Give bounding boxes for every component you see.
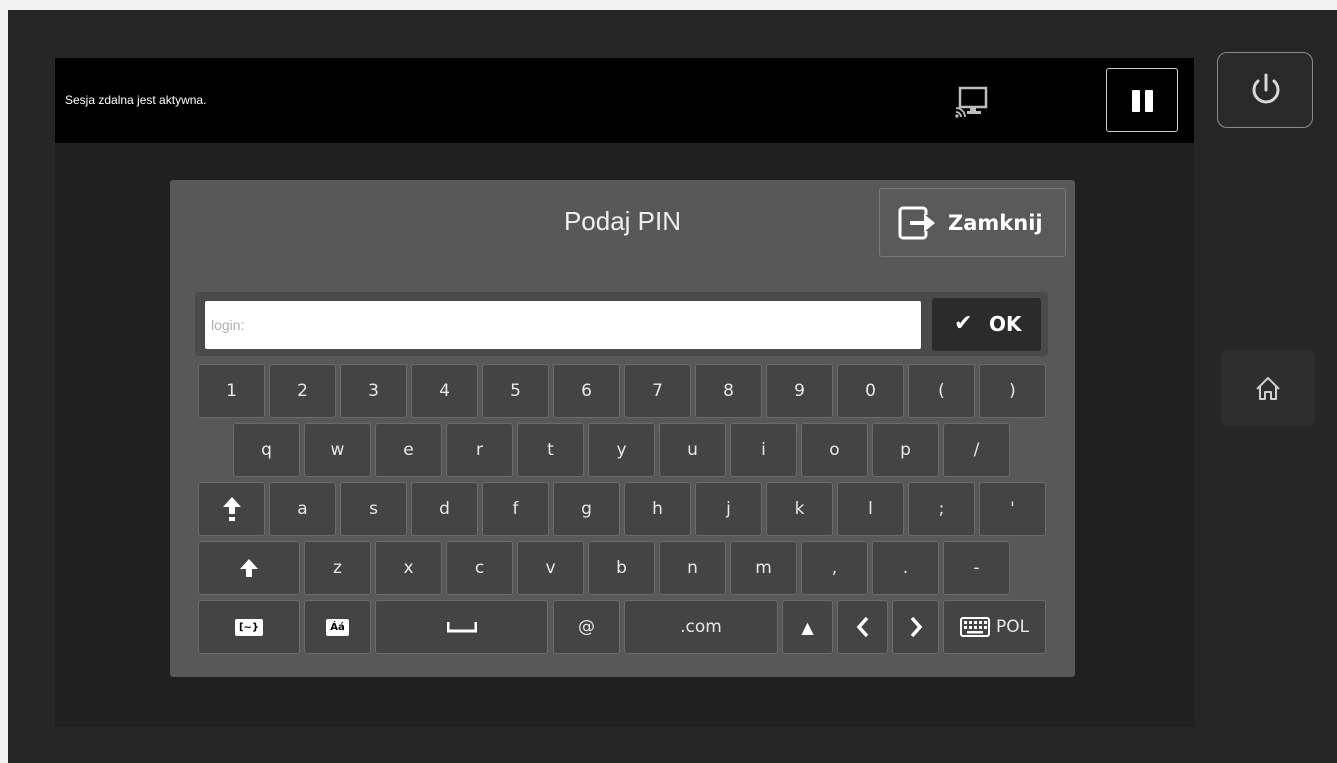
key[interactable]: ; [908, 482, 975, 536]
key[interactable]: s [340, 482, 407, 536]
exit-icon [898, 206, 935, 240]
home-icon [1256, 377, 1280, 400]
keyboard-icon [959, 617, 990, 637]
key[interactable]: d [411, 482, 478, 536]
dotcom-key[interactable]: .com [624, 600, 778, 654]
key[interactable]: v [517, 541, 584, 595]
key[interactable]: g [553, 482, 620, 536]
accents-key-label: Áá [326, 618, 349, 636]
key[interactable]: l [837, 482, 904, 536]
key[interactable]: m [730, 541, 797, 595]
shift-icon [240, 559, 258, 577]
pause-icon [1132, 90, 1140, 112]
remote-screen-icon [955, 86, 988, 118]
right-arrow-key[interactable] [892, 600, 939, 654]
key[interactable]: j [695, 482, 762, 536]
key[interactable]: k [766, 482, 833, 536]
accents-key[interactable]: Áá [304, 600, 371, 654]
key[interactable]: r [446, 423, 513, 477]
key[interactable]: f [482, 482, 549, 536]
pause-button[interactable] [1106, 68, 1178, 132]
key[interactable]: ( [908, 364, 975, 418]
key[interactable]: ' [979, 482, 1046, 536]
key[interactable]: 1 [198, 364, 265, 418]
login-input[interactable] [205, 301, 921, 349]
space-icon [446, 622, 477, 633]
key[interactable]: 8 [695, 364, 762, 418]
pin-dialog: Podaj PIN Zamknij ✔ OK 1 2 3 [170, 180, 1075, 677]
shift-key[interactable] [198, 541, 300, 595]
key[interactable]: o [801, 423, 868, 477]
key[interactable]: h [624, 482, 691, 536]
key[interactable]: t [517, 423, 584, 477]
left-arrow-key[interactable] [837, 600, 888, 654]
close-button[interactable]: Zamknij [879, 188, 1066, 257]
home-button[interactable] [1221, 350, 1315, 426]
caps-lock-key[interactable] [198, 482, 265, 536]
key[interactable]: 9 [766, 364, 833, 418]
input-row: ✔ OK [195, 292, 1048, 356]
key[interactable]: - [943, 541, 1010, 595]
key[interactable]: c [446, 541, 513, 595]
remote-session-bar: Sesja zdalna jest aktywna. [55, 58, 1194, 143]
key[interactable]: u [659, 423, 726, 477]
key[interactable]: z [304, 541, 371, 595]
key[interactable]: . [872, 541, 939, 595]
key[interactable]: , [801, 541, 868, 595]
key[interactable]: b [588, 541, 655, 595]
key[interactable]: i [730, 423, 797, 477]
remote-session-message: Sesja zdalna jest aktywna. [65, 93, 207, 107]
key[interactable]: q [233, 423, 300, 477]
key[interactable]: / [943, 423, 1010, 477]
ok-button-label: OK [989, 312, 1022, 336]
chevron-left-icon [856, 616, 868, 638]
key[interactable]: e [375, 423, 442, 477]
up-key[interactable]: ▲ [782, 600, 833, 654]
key[interactable]: ) [979, 364, 1046, 418]
power-icon [1252, 73, 1280, 104]
key[interactable]: n [659, 541, 726, 595]
language-key[interactable]: POL [943, 600, 1046, 654]
key[interactable]: 7 [624, 364, 691, 418]
pause-icon [1145, 90, 1153, 112]
caps-lock-icon [222, 497, 241, 521]
key[interactable]: 5 [482, 364, 549, 418]
triangle-up-icon: ▲ [801, 617, 814, 637]
key[interactable]: x [375, 541, 442, 595]
key[interactable]: y [588, 423, 655, 477]
key[interactable]: 0 [837, 364, 904, 418]
chevron-right-icon [910, 616, 922, 638]
space-key[interactable] [375, 600, 548, 654]
checkmark-icon: ✔ [954, 311, 973, 336]
at-key[interactable]: @ [553, 600, 620, 654]
key[interactable]: 6 [553, 364, 620, 418]
key[interactable]: 4 [411, 364, 478, 418]
key[interactable]: w [304, 423, 371, 477]
key[interactable]: 3 [340, 364, 407, 418]
close-button-label: Zamknij [948, 211, 1043, 235]
key[interactable]: p [872, 423, 939, 477]
symbols-key-label: [~} [234, 618, 264, 636]
main-screen: Sesja zdalna jest aktywna. Podaj PIN Zam… [55, 58, 1194, 727]
symbols-key[interactable]: [~} [198, 600, 300, 654]
ok-button[interactable]: ✔ OK [932, 298, 1041, 351]
key[interactable]: a [269, 482, 336, 536]
device-frame: Sesja zdalna jest aktywna. Podaj PIN Zam… [8, 10, 1337, 763]
power-button[interactable] [1217, 52, 1313, 128]
key[interactable]: 2 [269, 364, 336, 418]
language-label: POL [995, 617, 1030, 637]
